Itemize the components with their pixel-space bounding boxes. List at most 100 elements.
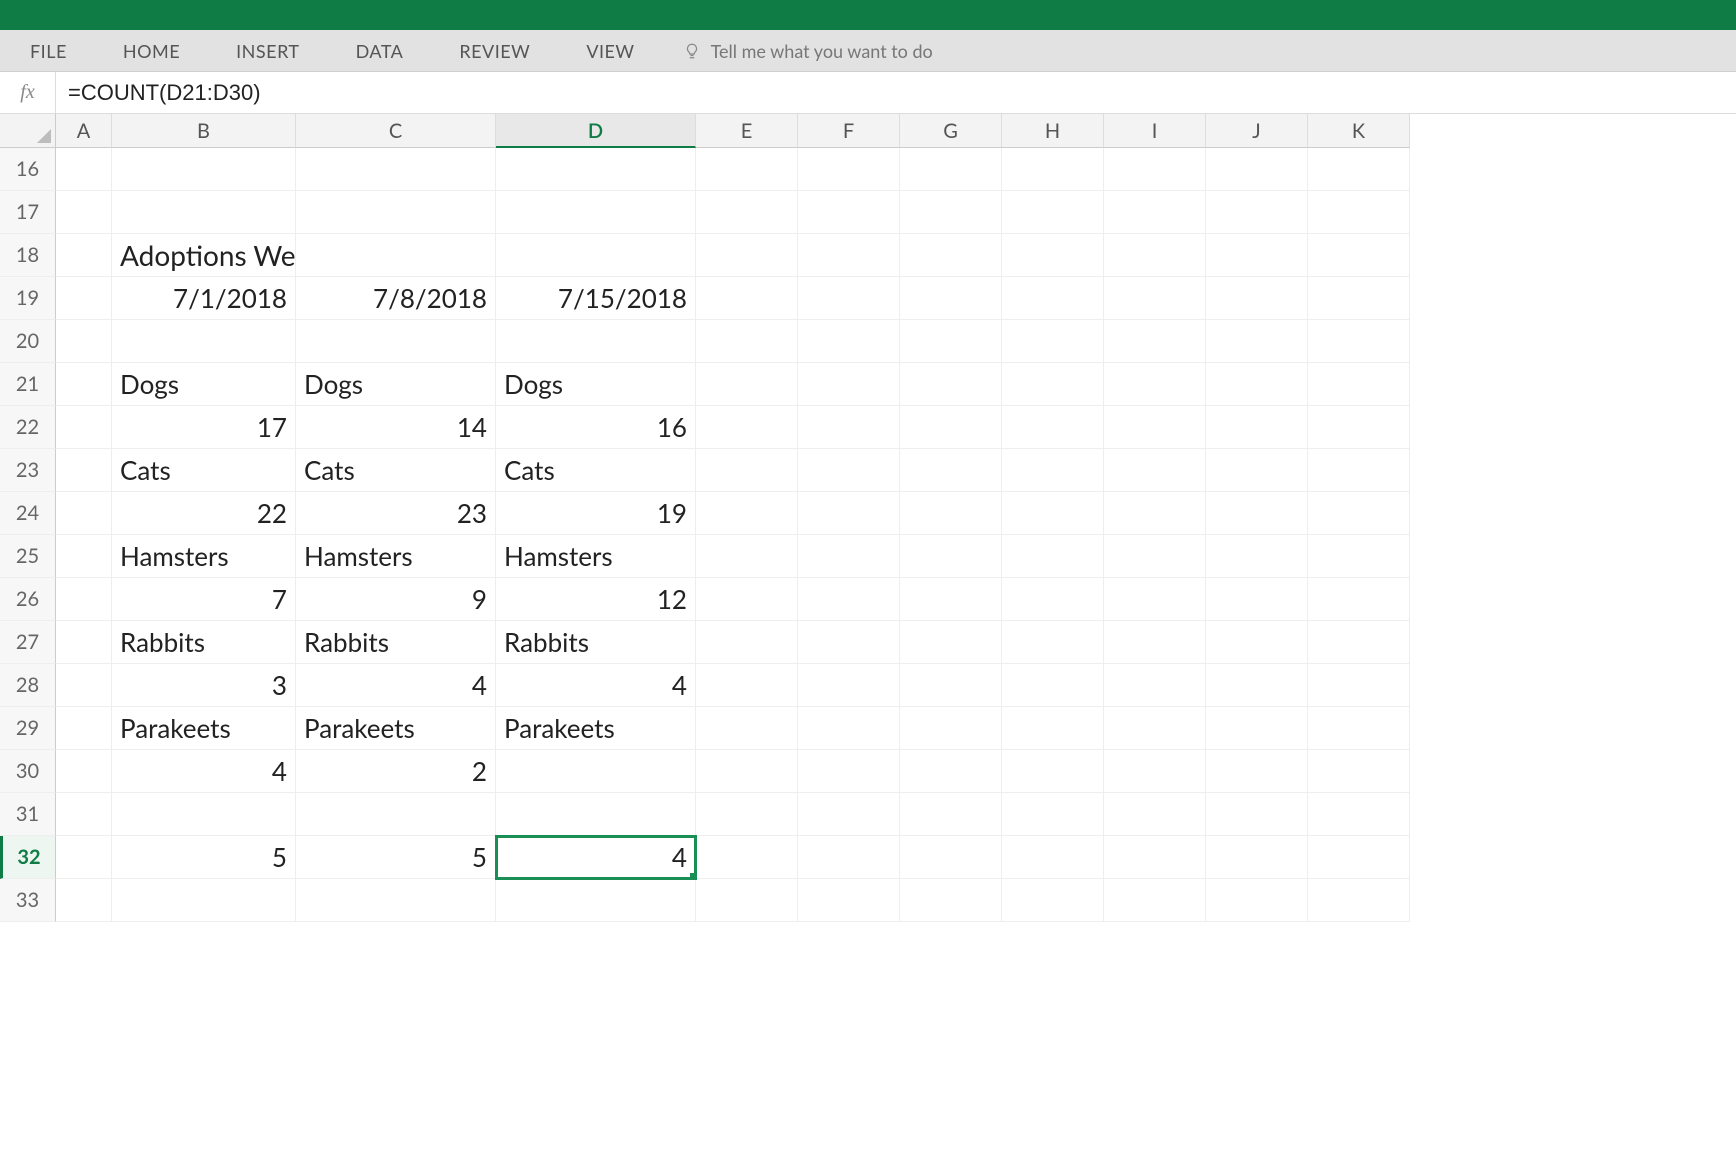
cell-B32[interactable]: 5 [112, 836, 296, 879]
cell-J19[interactable] [1206, 277, 1308, 320]
cell-C29[interactable]: Parakeets [296, 707, 496, 750]
cell-G21[interactable] [900, 363, 1002, 406]
cell-D21[interactable]: Dogs [496, 363, 696, 406]
cell-E29[interactable] [696, 707, 798, 750]
cell-J26[interactable] [1206, 578, 1308, 621]
cell-D31[interactable] [496, 793, 696, 836]
cell-H22[interactable] [1002, 406, 1104, 449]
cell-G25[interactable] [900, 535, 1002, 578]
tab-view[interactable]: VIEW [558, 30, 662, 71]
cell-C17[interactable] [296, 191, 496, 234]
cell-K22[interactable] [1308, 406, 1410, 449]
cell-B33[interactable] [112, 879, 296, 922]
cell-E19[interactable] [696, 277, 798, 320]
cell-B16[interactable] [112, 148, 296, 191]
cell-A26[interactable] [56, 578, 112, 621]
row-header-23[interactable]: 23 [0, 449, 56, 492]
cell-I16[interactable] [1104, 148, 1206, 191]
cell-C26[interactable]: 9 [296, 578, 496, 621]
cell-C16[interactable] [296, 148, 496, 191]
cell-H32[interactable] [1002, 836, 1104, 879]
cell-E17[interactable] [696, 191, 798, 234]
cell-G19[interactable] [900, 277, 1002, 320]
column-header-D[interactable]: D [496, 114, 696, 148]
tab-file[interactable]: FILE [20, 30, 95, 71]
cell-J27[interactable] [1206, 621, 1308, 664]
row-header-20[interactable]: 20 [0, 320, 56, 363]
cell-F16[interactable] [798, 148, 900, 191]
cell-J17[interactable] [1206, 191, 1308, 234]
cell-D25[interactable]: Hamsters [496, 535, 696, 578]
cell-I18[interactable] [1104, 234, 1206, 277]
cell-D32[interactable]: 4 [496, 836, 696, 879]
cell-H28[interactable] [1002, 664, 1104, 707]
cell-C32[interactable]: 5 [296, 836, 496, 879]
tab-data[interactable]: DATA [328, 30, 432, 71]
cell-F19[interactable] [798, 277, 900, 320]
cell-D27[interactable]: Rabbits [496, 621, 696, 664]
cell-F20[interactable] [798, 320, 900, 363]
row-header-26[interactable]: 26 [0, 578, 56, 621]
cell-I28[interactable] [1104, 664, 1206, 707]
cell-B24[interactable]: 22 [112, 492, 296, 535]
cell-K25[interactable] [1308, 535, 1410, 578]
cell-A24[interactable] [56, 492, 112, 535]
row-header-24[interactable]: 24 [0, 492, 56, 535]
cell-K27[interactable] [1308, 621, 1410, 664]
cell-C28[interactable]: 4 [296, 664, 496, 707]
row-header-32[interactable]: 32 [0, 836, 56, 879]
cell-B30[interactable]: 4 [112, 750, 296, 793]
row-header-18[interactable]: 18 [0, 234, 56, 277]
cell-G31[interactable] [900, 793, 1002, 836]
tab-review[interactable]: REVIEW [431, 30, 558, 71]
cell-H24[interactable] [1002, 492, 1104, 535]
cell-E21[interactable] [696, 363, 798, 406]
cell-I27[interactable] [1104, 621, 1206, 664]
row-header-22[interactable]: 22 [0, 406, 56, 449]
cell-B22[interactable]: 17 [112, 406, 296, 449]
cell-H26[interactable] [1002, 578, 1104, 621]
cell-K30[interactable] [1308, 750, 1410, 793]
cell-F21[interactable] [798, 363, 900, 406]
cell-E23[interactable] [696, 449, 798, 492]
cell-A23[interactable] [56, 449, 112, 492]
cell-G20[interactable] [900, 320, 1002, 363]
cell-G32[interactable] [900, 836, 1002, 879]
cell-E27[interactable] [696, 621, 798, 664]
cell-A33[interactable] [56, 879, 112, 922]
column-header-H[interactable]: H [1002, 114, 1104, 148]
cell-A27[interactable] [56, 621, 112, 664]
cell-A20[interactable] [56, 320, 112, 363]
cell-B25[interactable]: Hamsters [112, 535, 296, 578]
cell-C22[interactable]: 14 [296, 406, 496, 449]
cell-J25[interactable] [1206, 535, 1308, 578]
cell-E30[interactable] [696, 750, 798, 793]
row-header-16[interactable]: 16 [0, 148, 56, 191]
cell-K29[interactable] [1308, 707, 1410, 750]
cell-F18[interactable] [798, 234, 900, 277]
cell-B20[interactable] [112, 320, 296, 363]
cell-F29[interactable] [798, 707, 900, 750]
cell-F30[interactable] [798, 750, 900, 793]
cell-A21[interactable] [56, 363, 112, 406]
cell-H27[interactable] [1002, 621, 1104, 664]
cell-G24[interactable] [900, 492, 1002, 535]
cell-H21[interactable] [1002, 363, 1104, 406]
cell-E28[interactable] [696, 664, 798, 707]
cell-G18[interactable] [900, 234, 1002, 277]
cell-F32[interactable] [798, 836, 900, 879]
fx-icon[interactable]: fx [0, 72, 56, 113]
cell-D22[interactable]: 16 [496, 406, 696, 449]
cell-I32[interactable] [1104, 836, 1206, 879]
cell-I29[interactable] [1104, 707, 1206, 750]
cell-I21[interactable] [1104, 363, 1206, 406]
cell-J33[interactable] [1206, 879, 1308, 922]
cell-A30[interactable] [56, 750, 112, 793]
cell-F17[interactable] [798, 191, 900, 234]
formula-input[interactable]: =COUNT(D21:D30) [56, 80, 1736, 106]
column-header-E[interactable]: E [696, 114, 798, 148]
cell-J24[interactable] [1206, 492, 1308, 535]
cell-E26[interactable] [696, 578, 798, 621]
cell-H19[interactable] [1002, 277, 1104, 320]
cell-H17[interactable] [1002, 191, 1104, 234]
